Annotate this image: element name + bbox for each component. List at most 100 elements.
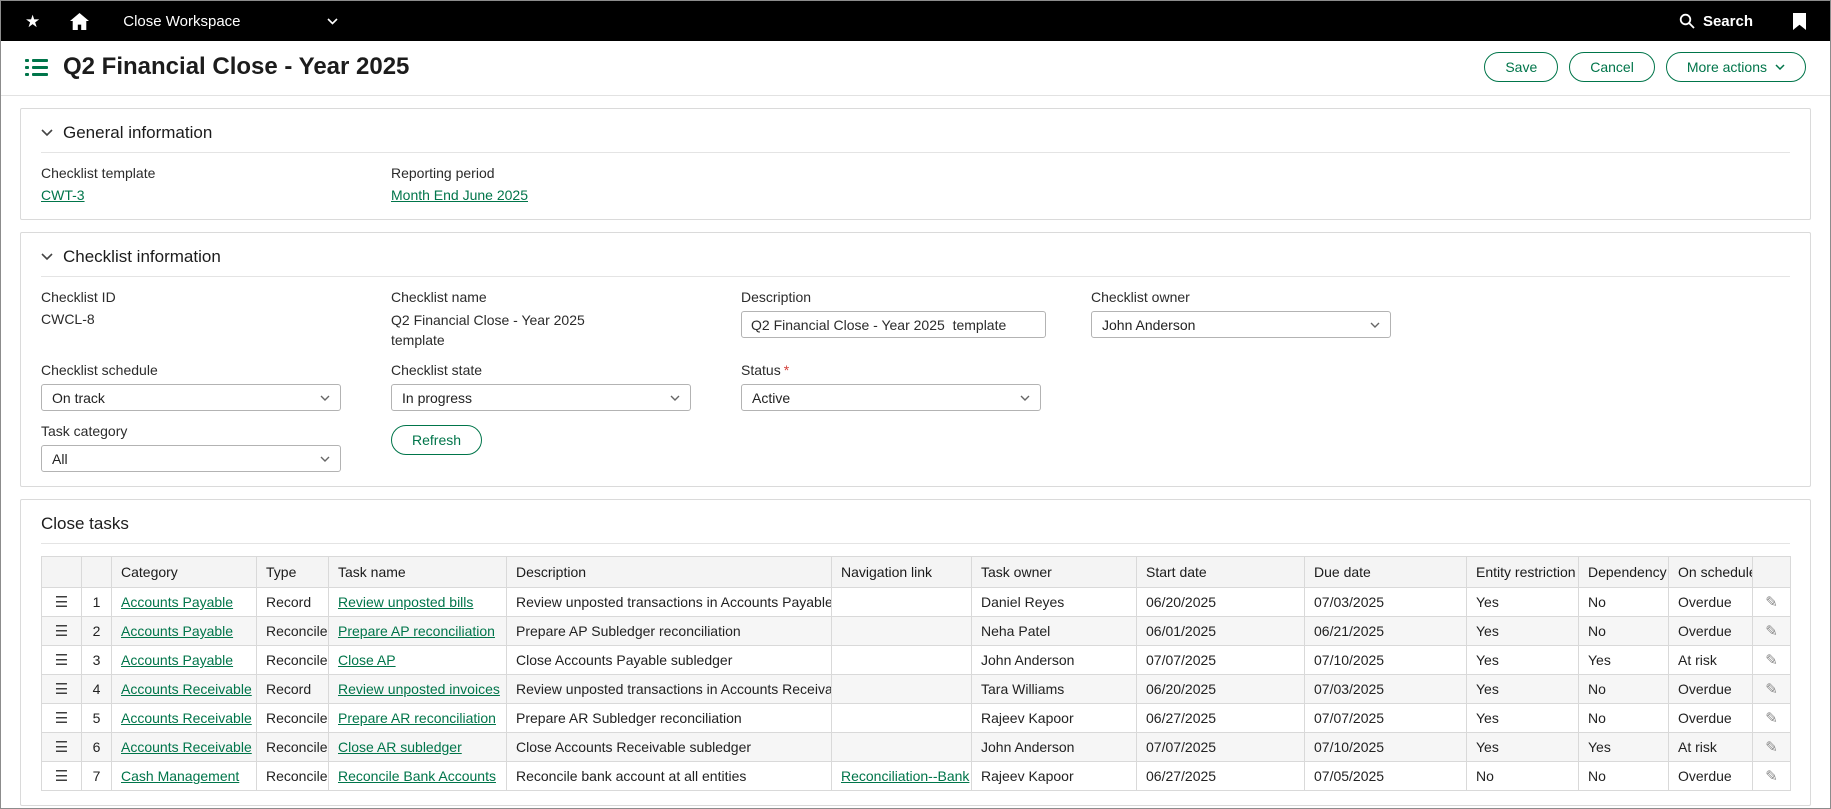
row-number: 3 — [82, 646, 112, 675]
checklist-menu-icon[interactable] — [25, 58, 48, 77]
chevron-down-icon — [327, 18, 338, 25]
task-name-link[interactable]: Close AP — [338, 652, 396, 668]
close-workspace-page: ★ Close Workspace Search Q2 Fin — [0, 0, 1831, 809]
column-header-entity-restriction: Entity restriction — [1467, 557, 1579, 588]
column-header-due-date: Due date — [1305, 557, 1467, 588]
entity-restriction: No — [1467, 762, 1579, 791]
task-description: Review unposted transactions in Accounts… — [507, 588, 832, 617]
drag-handle-icon[interactable]: ☰ — [55, 739, 68, 756]
status-select[interactable]: Active — [741, 384, 1041, 411]
search-button[interactable]: Search — [1679, 13, 1753, 30]
checklist-state-select[interactable]: In progress — [391, 384, 691, 411]
home-icon[interactable] — [70, 13, 89, 30]
grid-spacer — [741, 411, 1091, 472]
task-type: Reconcile — [257, 704, 329, 733]
edit-pencil-icon[interactable]: ✎ — [1765, 738, 1778, 756]
checklist-owner-select[interactable]: John Anderson — [1091, 311, 1391, 338]
edit-pencil-icon[interactable]: ✎ — [1765, 622, 1778, 640]
drag-handle-icon[interactable]: ☰ — [55, 681, 68, 698]
category-link[interactable]: Accounts Receivable — [121, 710, 252, 726]
task-owner: Neha Patel — [972, 617, 1137, 646]
on-schedule: At risk — [1669, 733, 1753, 762]
start-date: 07/07/2025 — [1137, 646, 1305, 675]
edit-pencil-icon[interactable]: ✎ — [1765, 767, 1778, 785]
workspace-dropdown[interactable]: Close Workspace — [123, 13, 338, 30]
task-owner: Rajeev Kapoor — [972, 762, 1137, 791]
category-link[interactable]: Accounts Payable — [121, 594, 233, 610]
task-category-select[interactable]: All — [41, 445, 341, 472]
drag-handle-icon[interactable]: ☰ — [55, 652, 68, 669]
cancel-button[interactable]: Cancel — [1569, 52, 1655, 82]
checklist-state-value: In progress — [402, 390, 472, 406]
edit-pencil-icon[interactable]: ✎ — [1765, 593, 1778, 611]
description-label: Description — [741, 289, 1091, 305]
reporting-period-link[interactable]: Month End June 2025 — [391, 187, 528, 203]
checklist-name-value: Q2 Financial Close - Year 2025 template — [391, 311, 629, 350]
category-link[interactable]: Accounts Receivable — [121, 681, 252, 697]
entity-restriction: Yes — [1467, 646, 1579, 675]
checklist-name-field: Checklist name Q2 Financial Close - Year… — [391, 277, 741, 350]
category-link[interactable]: Accounts Payable — [121, 652, 233, 668]
checklist-template-link[interactable]: CWT-3 — [41, 187, 85, 203]
checklist-owner-field: Checklist owner John Anderson — [1091, 277, 1790, 350]
drag-handle-icon[interactable]: ☰ — [55, 594, 68, 611]
description-input[interactable] — [741, 311, 1046, 338]
drag-handle-icon[interactable]: ☰ — [55, 623, 68, 640]
edit-pencil-icon[interactable]: ✎ — [1765, 680, 1778, 698]
save-button[interactable]: Save — [1484, 52, 1558, 82]
refresh-button[interactable]: Refresh — [391, 425, 482, 455]
category-link[interactable]: Cash Management — [121, 768, 239, 784]
task-category-field: Task category All — [41, 411, 391, 472]
drag-handle-icon[interactable]: ☰ — [55, 768, 68, 785]
collapse-chevron-icon[interactable] — [41, 129, 53, 137]
page-header: Q2 Financial Close - Year 2025 Save Canc… — [1, 41, 1830, 96]
category-link[interactable]: Accounts Receivable — [121, 739, 252, 755]
task-row: ☰ 6 Accounts Receivable Reconcile Close … — [42, 733, 1791, 762]
row-number: 6 — [82, 733, 112, 762]
general-information-fields: Checklist template CWT-3 Reporting perio… — [41, 153, 1790, 205]
task-type: Reconcile — [257, 617, 329, 646]
due-date: 07/03/2025 — [1305, 588, 1467, 617]
section-title: General information — [63, 123, 212, 143]
due-date: 06/21/2025 — [1305, 617, 1467, 646]
favorite-star-icon[interactable]: ★ — [25, 13, 40, 30]
chevron-down-icon — [670, 395, 680, 401]
checklist-information-header: Checklist information — [41, 241, 1790, 277]
task-name-link[interactable]: Review unposted bills — [338, 594, 473, 610]
task-name-link[interactable]: Close AR subledger — [338, 739, 462, 755]
row-number: 1 — [82, 588, 112, 617]
task-owner: Tara Williams — [972, 675, 1137, 704]
bookmark-icon[interactable] — [1793, 13, 1806, 30]
task-name-link[interactable]: Prepare AR reconciliation — [338, 710, 496, 726]
list-icon-glyph — [25, 58, 48, 77]
dependency: No — [1579, 617, 1669, 646]
section-title: Close tasks — [41, 514, 129, 534]
task-name-link[interactable]: Reconcile Bank Accounts — [338, 768, 496, 784]
entity-restriction: Yes — [1467, 675, 1579, 704]
column-header-start-date: Start date — [1137, 557, 1305, 588]
dependency: Yes — [1579, 733, 1669, 762]
collapse-chevron-icon[interactable] — [41, 253, 53, 261]
column-header-empty — [42, 557, 82, 588]
more-actions-button[interactable]: More actions — [1666, 52, 1806, 82]
category-link[interactable]: Accounts Payable — [121, 623, 233, 639]
section-title: Checklist information — [63, 247, 221, 267]
column-header-task-owner: Task owner — [972, 557, 1137, 588]
edit-pencil-icon[interactable]: ✎ — [1765, 709, 1778, 727]
general-information-section: General information Checklist template C… — [20, 108, 1811, 220]
task-name-link[interactable]: Prepare AP reconciliation — [338, 623, 495, 639]
navigation-link[interactable]: Reconciliation--Bank — [841, 768, 969, 784]
checklist-information-section: Checklist information Checklist ID CWCL-… — [20, 232, 1811, 487]
due-date: 07/10/2025 — [1305, 733, 1467, 762]
topbar: ★ Close Workspace Search — [1, 1, 1830, 41]
due-date: 07/05/2025 — [1305, 762, 1467, 791]
close-tasks-table: Category Type Task name Description Navi… — [41, 556, 1791, 791]
task-type: Reconcile — [257, 762, 329, 791]
checklist-schedule-select[interactable]: On track — [41, 384, 341, 411]
column-header-category: Category — [112, 557, 257, 588]
dependency: No — [1579, 704, 1669, 733]
checklist-template-label: Checklist template — [41, 165, 391, 181]
task-name-link[interactable]: Review unposted invoices — [338, 681, 500, 697]
drag-handle-icon[interactable]: ☰ — [55, 710, 68, 727]
edit-pencil-icon[interactable]: ✎ — [1765, 651, 1778, 669]
